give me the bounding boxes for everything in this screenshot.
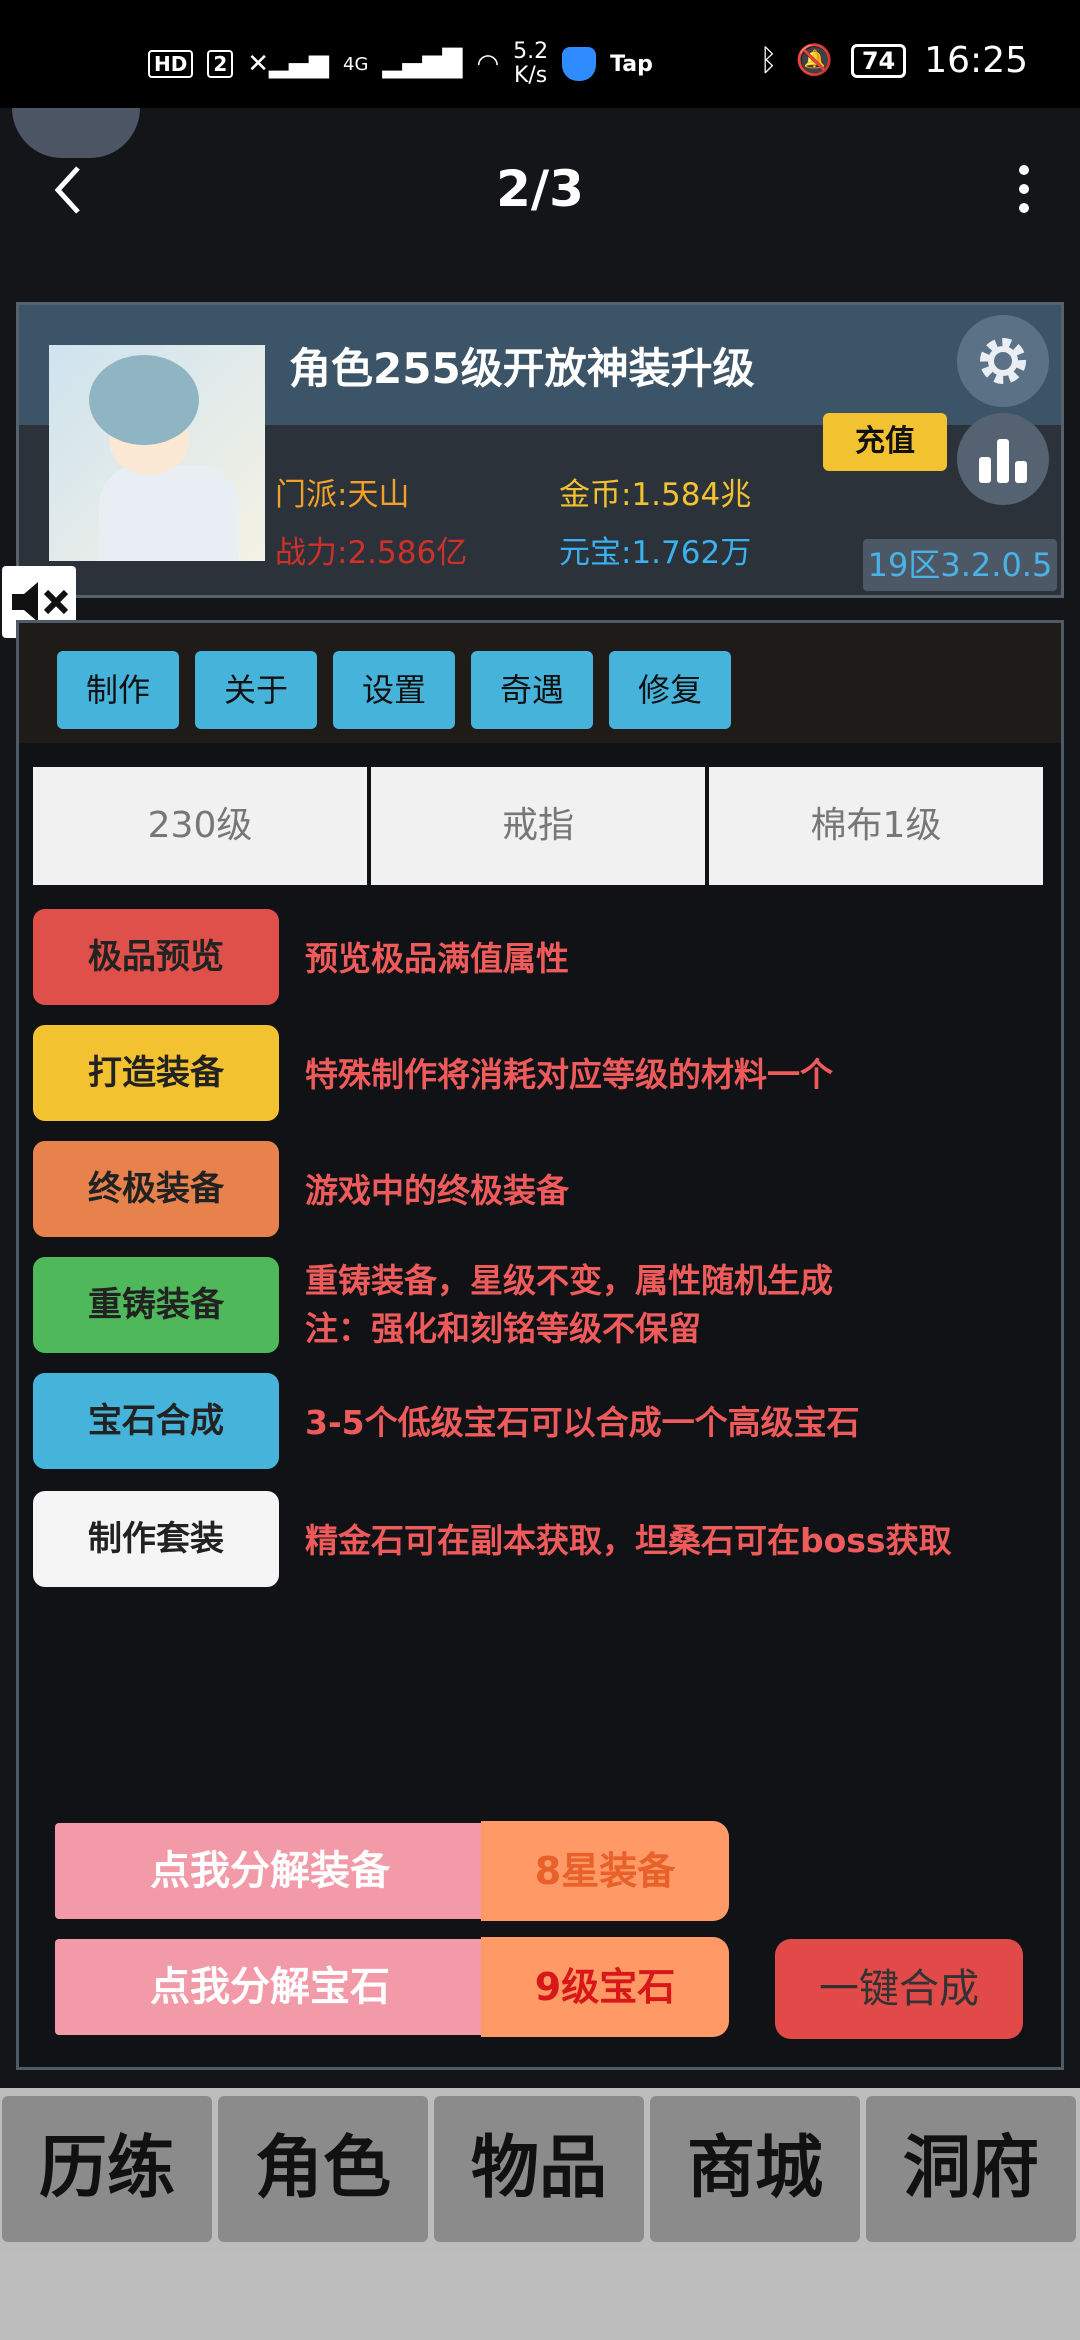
ultimate-equipment-button[interactable]: 终极装备 <box>33 1141 279 1237</box>
nav-items[interactable]: 物品 <box>434 2096 644 2242</box>
tab-repair[interactable]: 修复 <box>609 651 731 729</box>
tab-encounter[interactable]: 奇遇 <box>471 651 593 729</box>
gem-synthesis-button[interactable]: 宝石合成 <box>33 1373 279 1469</box>
material-selector[interactable]: 棉布1级 <box>709 767 1043 885</box>
speed-value: 5.2 <box>513 39 549 64</box>
clock: 16:25 <box>924 40 1028 81</box>
preview-best-desc: 预览极品满值属性 <box>305 939 569 978</box>
network-speed: 5.2 K/s <box>513 40 548 88</box>
reforge-equipment-note: 注：强化和刻铭等级不保留 <box>305 1309 701 1348</box>
decompose-equipment-button[interactable]: 点我分解装备 <box>55 1823 485 1919</box>
decompose-gem-button[interactable]: 点我分解宝石 <box>55 1939 485 2035</box>
bar-chart-icon <box>979 439 1027 483</box>
ranking-button[interactable] <box>957 413 1049 505</box>
bluetooth-icon: ᛒ <box>759 43 778 78</box>
character-portrait[interactable] <box>49 345 265 561</box>
wifi-icon: ◠ <box>476 49 500 79</box>
reforge-equipment-desc: 重铸装备，星级不变，属性随机生成 <box>305 1261 833 1300</box>
mute-bell-icon: 🔕 <box>795 43 833 78</box>
shield-icon <box>562 47 597 81</box>
sect-label: 门派:天山 <box>275 477 410 513</box>
one-click-synthesis-button[interactable]: 一键合成 <box>775 1939 1023 2039</box>
settings-gear-button[interactable] <box>957 315 1049 407</box>
battery-indicator: 74 <box>850 43 907 78</box>
tab-settings[interactable]: 设置 <box>333 651 455 729</box>
more-options-icon[interactable] <box>1014 164 1034 214</box>
nav-cave[interactable]: 洞府 <box>866 2096 1076 2242</box>
decompose-gem-filter[interactable]: 9级宝石 <box>481 1937 729 2037</box>
nav-character[interactable]: 角色 <box>218 2096 428 2242</box>
forge-equipment-button[interactable]: 打造装备 <box>33 1025 279 1121</box>
announcement-title: 角色255级开放神装升级 <box>289 344 755 393</box>
tab-craft[interactable]: 制作 <box>57 651 179 729</box>
craft-set-button[interactable]: 制作套装 <box>33 1491 279 1587</box>
sim-indicator: 2 <box>207 50 234 78</box>
ingot-label: 元宝:1.762万 <box>559 535 752 571</box>
decompose-equipment-filter[interactable]: 8星装备 <box>481 1821 729 1921</box>
tab-about[interactable]: 关于 <box>195 651 317 729</box>
bottom-navigation: 历练 角色 物品 商城 洞府 <box>0 2088 1080 2340</box>
gem-synthesis-desc: 3-5个低级宝石可以合成一个高级宝石 <box>305 1403 860 1442</box>
slot-selector[interactable]: 戒指 <box>371 767 705 885</box>
crafting-panel: 制作 关于 设置 奇遇 修复 230级 戒指 棉布1级 极品预览 预览极品满值属… <box>16 620 1064 2070</box>
level-selector[interactable]: 230级 <box>33 767 367 885</box>
reforge-equipment-button[interactable]: 重铸装备 <box>33 1257 279 1353</box>
nav-training[interactable]: 历练 <box>2 2096 212 2242</box>
gold-label: 金币:1.584兆 <box>559 477 752 513</box>
signal-icon: ✕▂▄▆ <box>247 49 330 79</box>
function-tabs: 制作 关于 设置 奇遇 修复 <box>19 623 1061 743</box>
signal-icon-2: ▂▄▆█ <box>382 49 463 79</box>
version-label: 19区3.2.0.5 <box>863 539 1057 591</box>
power-label: 战力:2.586亿 <box>275 535 468 571</box>
page-indicator: 2/3 <box>496 160 584 218</box>
network-label: 4G <box>343 53 369 75</box>
forge-equipment-desc: 特殊制作将消耗对应等级的材料一个 <box>305 1055 833 1094</box>
nav-shop[interactable]: 商城 <box>650 2096 860 2242</box>
bottom-padding <box>0 2252 1080 2340</box>
recharge-button[interactable]: 充值 <box>823 413 947 471</box>
gear-icon <box>980 338 1026 384</box>
ultimate-equipment-desc: 游戏中的终极装备 <box>305 1171 569 1210</box>
speed-unit: K/s <box>513 63 548 88</box>
tap-label: Tap <box>610 51 653 77</box>
preview-best-button[interactable]: 极品预览 <box>33 909 279 1005</box>
status-bar: HD 2 ✕▂▄▆ 4G ▂▄▆█ ◠ 5.2 K/s Tap ᛒ 🔕 74 1… <box>0 0 1080 108</box>
craft-set-desc: 精金石可在副本获取，坦桑石可在boss获取 <box>305 1521 952 1560</box>
hd-indicator: HD <box>148 50 194 78</box>
status-right: ᛒ 🔕 74 16:25 <box>759 40 1028 81</box>
status-left: HD 2 ✕▂▄▆ 4G ▂▄▆█ ◠ 5.2 K/s Tap <box>148 40 653 88</box>
character-panel: 角色255级开放神装升级 门派:天山 战力:2.586亿 金币:1.584兆 元… <box>16 302 1064 598</box>
